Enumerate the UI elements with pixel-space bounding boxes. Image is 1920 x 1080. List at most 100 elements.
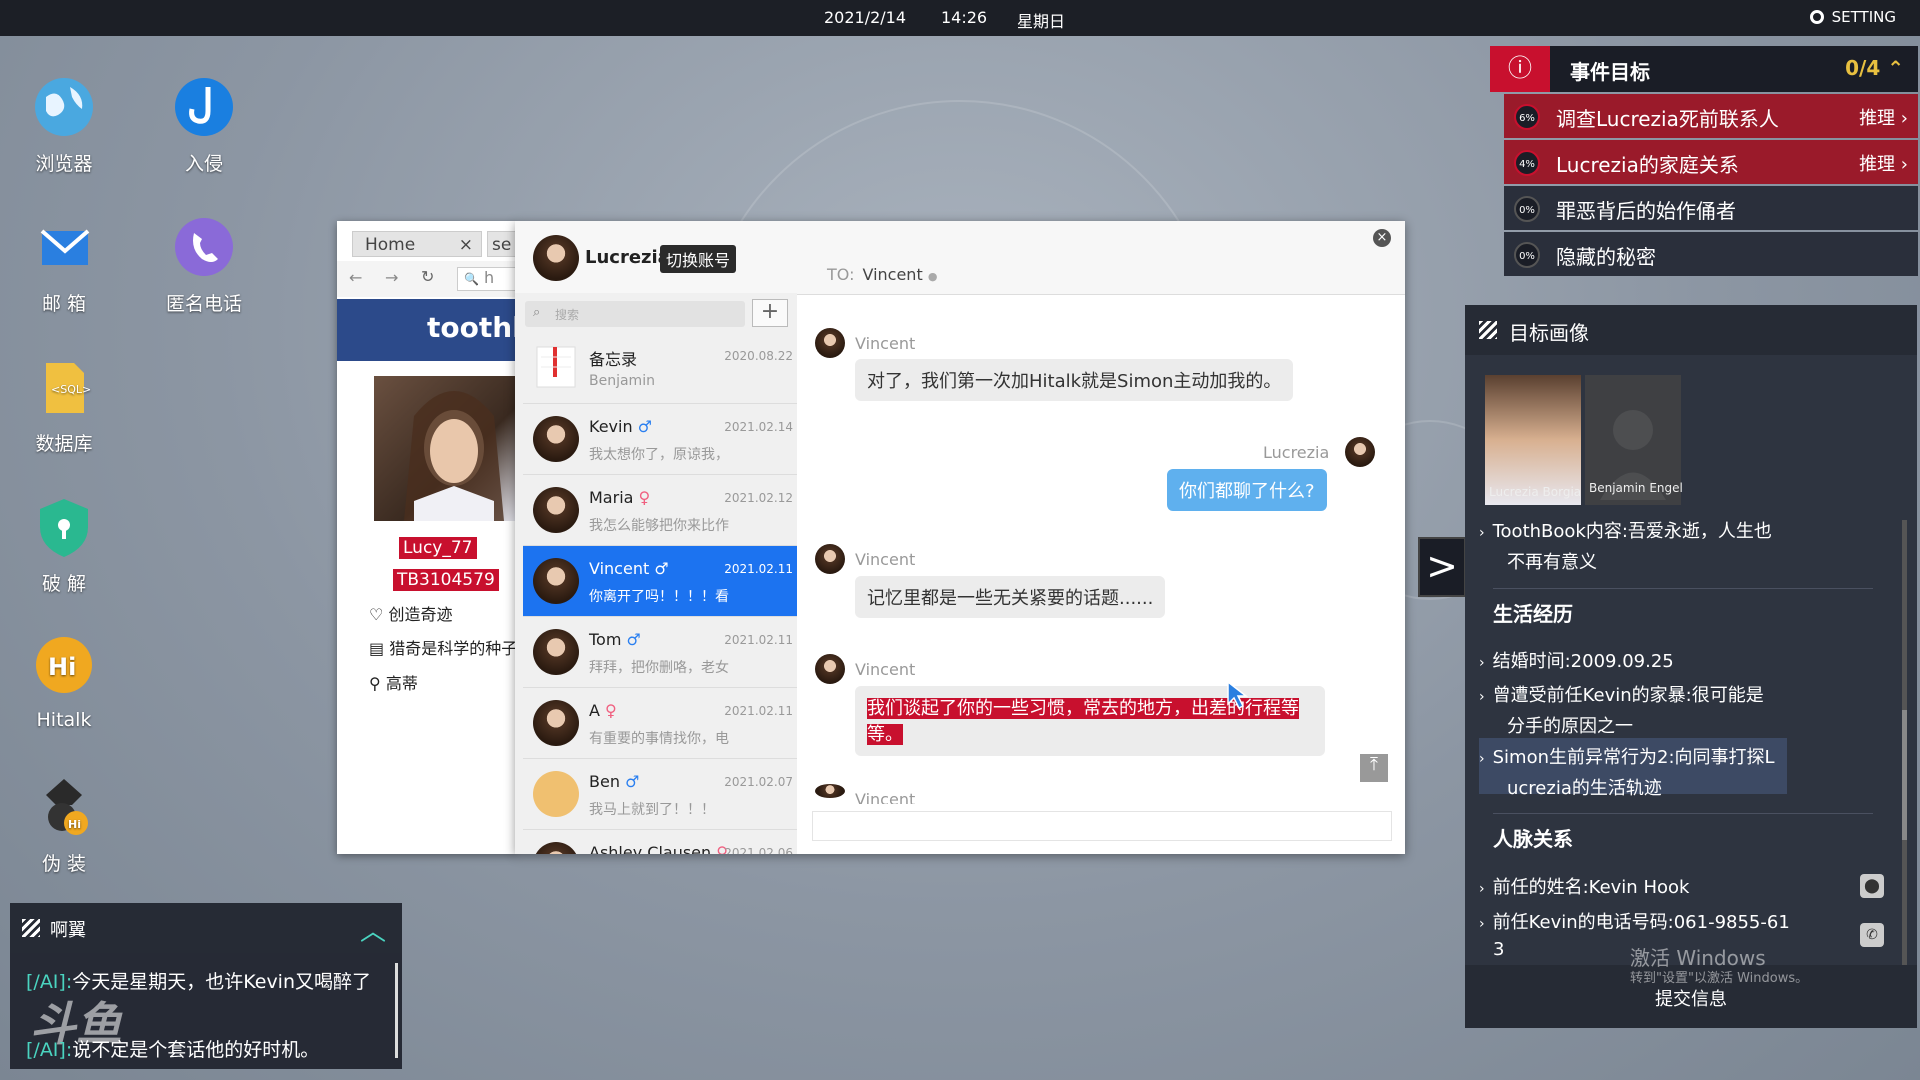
desktop-crack[interactable]: 破 解 — [9, 495, 119, 596]
sender-name: Vincent — [855, 790, 916, 804]
close-tab-icon[interactable]: × — [459, 235, 473, 255]
clue-item[interactable]: › ToothBook内容:吾爱永逝，人生也 — [1479, 517, 1772, 543]
sender-name: Lucrezia — [1263, 443, 1330, 462]
desktop-hack[interactable]: 入侵 — [149, 75, 259, 176]
desktop-label: 浏览器 — [35, 153, 93, 175]
goal-label: 罪恶背后的始作俑者 — [1556, 199, 1736, 223]
contact-item[interactable]: Ben ♂ 2021.02.07 我马上就到了！！！ — [523, 759, 797, 830]
gear-icon — [1809, 10, 1824, 24]
mouse-cursor-icon — [1227, 680, 1248, 710]
ai-message: [/AI]:今天是星期天，也许Kevin又喝醉了 — [26, 967, 371, 994]
goal-item[interactable]: 4% Lucrezia的家庭关系 推理 › — [1504, 140, 1918, 184]
phone-call-icon[interactable]: ✆ — [1860, 923, 1884, 947]
clue-item[interactable]: › 曾遭受前任Kevin的家暴:很可能是 — [1479, 681, 1764, 707]
goals-header[interactable]: ⓘ 事件目标 0/4 ⌃ — [1490, 46, 1918, 92]
contact-preview: 拜拜，把你删咯，老女 — [589, 660, 729, 676]
contact-date: 2021.02.07 — [724, 775, 793, 789]
message-bubble[interactable]: 我们谈起了你的一些习惯，常去的地方，出差的行程等等。 — [855, 686, 1325, 756]
deduce-button[interactable]: 推理 › — [1859, 104, 1908, 130]
desktop-label: 伪 装 — [41, 853, 87, 875]
profile-photo — [374, 376, 517, 521]
avatar — [533, 558, 579, 604]
panel-scrollbar-thumb[interactable] — [1902, 710, 1907, 840]
goals-count-value: 0/4 — [1845, 56, 1881, 80]
contact-date: 2020.08.22 — [724, 349, 793, 363]
url-text: h — [484, 268, 495, 287]
avatar — [533, 629, 579, 675]
clue-text: 曾遭受前任Kevin的家暴:很可能是 — [1492, 685, 1764, 706]
chevron-up-icon[interactable]: ⌃ — [1887, 56, 1904, 80]
message-bubble: 记忆里都是一些无关紧要的话题...... — [855, 576, 1166, 618]
goal-item[interactable]: 0% 罪恶背后的始作俑者 — [1504, 186, 1918, 230]
goals-count: 0/4 ⌃ — [1845, 56, 1904, 80]
contact-item[interactable]: 备忘录 2020.08.22 Benjamin — [523, 333, 797, 404]
setting-button[interactable]: SETTING — [1809, 8, 1896, 26]
chevron-right-icon: › — [1479, 689, 1485, 705]
toothbook-banner: toothb — [337, 299, 532, 361]
address-bar[interactable]: 🔍 h — [457, 267, 517, 291]
contact-preview: Benjamin — [589, 373, 655, 389]
sender-name: Vincent — [855, 550, 916, 569]
ai-scrollbar[interactable] — [395, 963, 398, 1058]
male-icon: ♂ — [654, 559, 669, 578]
contact-item-selected[interactable]: Vincent ♂ 2021.02.11 你离开了吗！！！！看 — [523, 546, 797, 617]
chevron-right-icon: › — [1900, 154, 1908, 175]
conversation-header: × TO: Vincent ● — [797, 221, 1405, 295]
alert-icon: ⓘ — [1490, 46, 1550, 92]
tab-label: se — [492, 235, 512, 255]
forward-icon[interactable]: → — [385, 268, 398, 287]
desktop-anon-phone[interactable]: 匿名电话 — [149, 215, 259, 316]
action-icon[interactable]: ⬤ — [1860, 874, 1884, 898]
contact-item[interactable]: Ashley Clausen ♀ 2021.02.06 — [523, 830, 797, 854]
message-input[interactable] — [812, 811, 1392, 841]
chevron-up-icon[interactable]: ︿ — [360, 911, 386, 948]
switch-account-button[interactable]: 切换账号 — [660, 245, 737, 273]
search-icon: ⌕ — [533, 305, 541, 320]
expand-panel-button[interactable]: > — [1418, 537, 1466, 597]
divider — [1493, 588, 1873, 589]
info-row: ▤ 猎奇是科学的种子 — [369, 635, 517, 659]
clue-item[interactable]: › 前任的姓名:Kevin Hook — [1479, 873, 1689, 899]
portrait-caption: Benjamin Engel — [1589, 481, 1683, 495]
clue-item[interactable]: › Simon生前异常行为2:向同事打探L — [1479, 743, 1775, 769]
desktop-hitalk[interactable]: Hi Hitalk — [9, 635, 119, 731]
ai-tag: [/AI]: — [26, 971, 73, 993]
sender-name: Vincent — [855, 660, 916, 679]
contact-name: Maria — [589, 488, 634, 507]
contact-item[interactable]: Kevin ♂ 2021.02.14 我太想你了，原谅我， — [523, 404, 797, 475]
contact-item[interactable]: A ♀ 2021.02.11 有重要的事情找你，电 — [523, 688, 797, 759]
back-icon[interactable]: ← — [349, 268, 362, 287]
browser-nav-bar: ← → ↻ 🔍 h — [337, 261, 517, 297]
contact-item[interactable]: Tom ♂ 2021.02.11 拜拜，把你删咯，老女 — [523, 617, 797, 688]
scroll-top-button[interactable]: ⤒ — [1360, 754, 1388, 782]
desktop-database[interactable]: <SQL> 数据库 — [9, 355, 119, 456]
contact-item[interactable]: Maria ♀ 2021.02.12 我怎么能够把你来比作 — [523, 475, 797, 546]
profile-title: 目标画像 — [1509, 321, 1589, 345]
goal-item[interactable]: 0% 隐藏的秘密 — [1504, 232, 1918, 276]
desktop-mail[interactable]: 邮 箱 — [9, 215, 119, 316]
close-icon[interactable]: × — [1373, 229, 1391, 247]
ai-text: 说不定是个套话他的好时机。 — [72, 1039, 320, 1061]
contact-name: A — [589, 701, 600, 720]
message-bubble-self: 你们都聊了什么? — [1167, 469, 1327, 511]
ai-title: 啊翼 — [50, 920, 86, 941]
browser-tab-home[interactable]: Home × — [352, 231, 482, 257]
event-goals-panel: ⓘ 事件目标 0/4 ⌃ 6% 调查Lucrezia死前联系人 推理 › 4% Luc… — [1490, 46, 1918, 281]
desktop-browser[interactable]: 浏览器 — [9, 75, 119, 176]
reload-icon[interactable]: ↻ — [421, 267, 434, 286]
search-input[interactable]: ⌕ 搜索 — [525, 301, 745, 327]
shield-icon — [32, 495, 96, 559]
clue-item[interactable]: › 前任Kevin的电话号码:061-9855-61 — [1479, 908, 1790, 934]
contact-list: Lucrezia 切换账号 ⌕ 搜索 + 备忘录 2020.08.22 Benjami… — [515, 221, 797, 854]
desktop-label: Hitalk — [36, 709, 92, 731]
deduce-button[interactable]: 推理 › — [1859, 150, 1908, 176]
account-name: Lucrezia — [585, 247, 670, 268]
goal-progress: 4% — [1514, 150, 1540, 176]
desktop-disguise[interactable]: Hi 伪 装 — [9, 775, 119, 876]
goal-item[interactable]: 6% 调查Lucrezia死前联系人 推理 › — [1504, 94, 1918, 138]
account-avatar[interactable] — [533, 235, 579, 281]
clue-item[interactable]: › 结婚时间:2009.09.25 — [1479, 647, 1674, 673]
contact-name: Vincent — [589, 559, 650, 578]
clue-text: 不再有意义 — [1507, 552, 1597, 573]
add-contact-button[interactable]: + — [752, 299, 788, 327]
